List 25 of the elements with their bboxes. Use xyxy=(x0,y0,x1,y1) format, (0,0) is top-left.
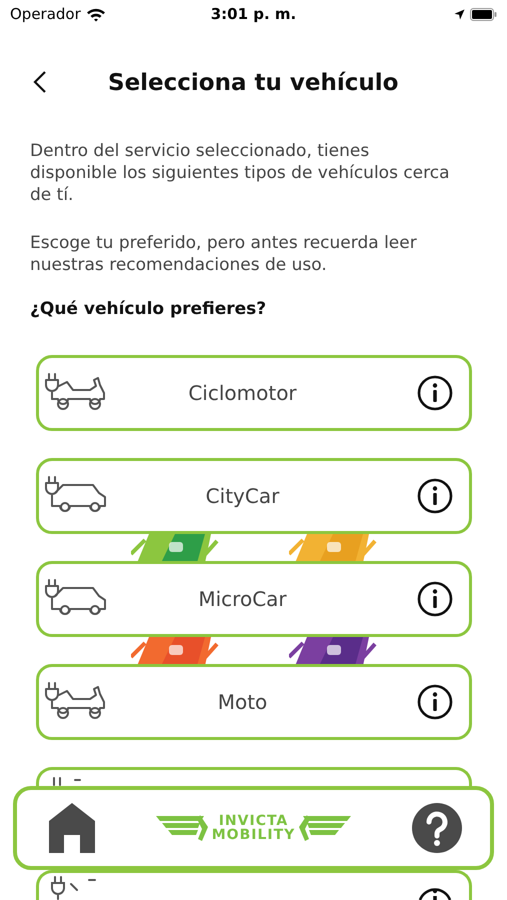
wing-icon xyxy=(156,815,208,841)
vehicle-option[interactable]: Moto xyxy=(36,664,472,740)
logo-text: INVICTA xyxy=(218,814,288,828)
info-icon[interactable] xyxy=(416,684,452,720)
page-title: Selecciona tu vehículo xyxy=(108,70,398,96)
intro-paragraph: Dentro del servicio seleccionado, tienes disponible los siguientes tipos de vehículos cerca de tí. xyxy=(30,140,451,206)
vehicle-option[interactable]: Ciclomotor xyxy=(36,355,472,431)
carrier-name: Operador xyxy=(10,5,81,23)
logo-text: MOBILITY xyxy=(212,828,296,842)
battery-icon xyxy=(470,8,497,20)
clock-time: 3:01 p. m. xyxy=(210,5,296,23)
intro-paragraph: Escoge tu preferido, pero antes recuerda leer nuestras recomendaciones de uso. xyxy=(30,232,418,276)
info-icon[interactable] xyxy=(416,375,452,411)
vehicle-option[interactable]: CityCar xyxy=(36,458,472,534)
info-icon[interactable] xyxy=(416,478,452,514)
wing-icon xyxy=(299,815,352,841)
vehicle-option[interactable]: MicroCar xyxy=(36,561,472,637)
help-icon[interactable] xyxy=(412,803,462,853)
plug-icon xyxy=(50,777,80,786)
info-icon[interactable] xyxy=(416,581,452,617)
location-arrow-icon xyxy=(454,8,465,20)
home-icon[interactable] xyxy=(49,803,95,853)
vehicle-option[interactable] xyxy=(36,870,472,900)
wifi-icon xyxy=(86,6,106,22)
question-heading: ¿Qué vehículo prefieres? xyxy=(30,298,268,320)
